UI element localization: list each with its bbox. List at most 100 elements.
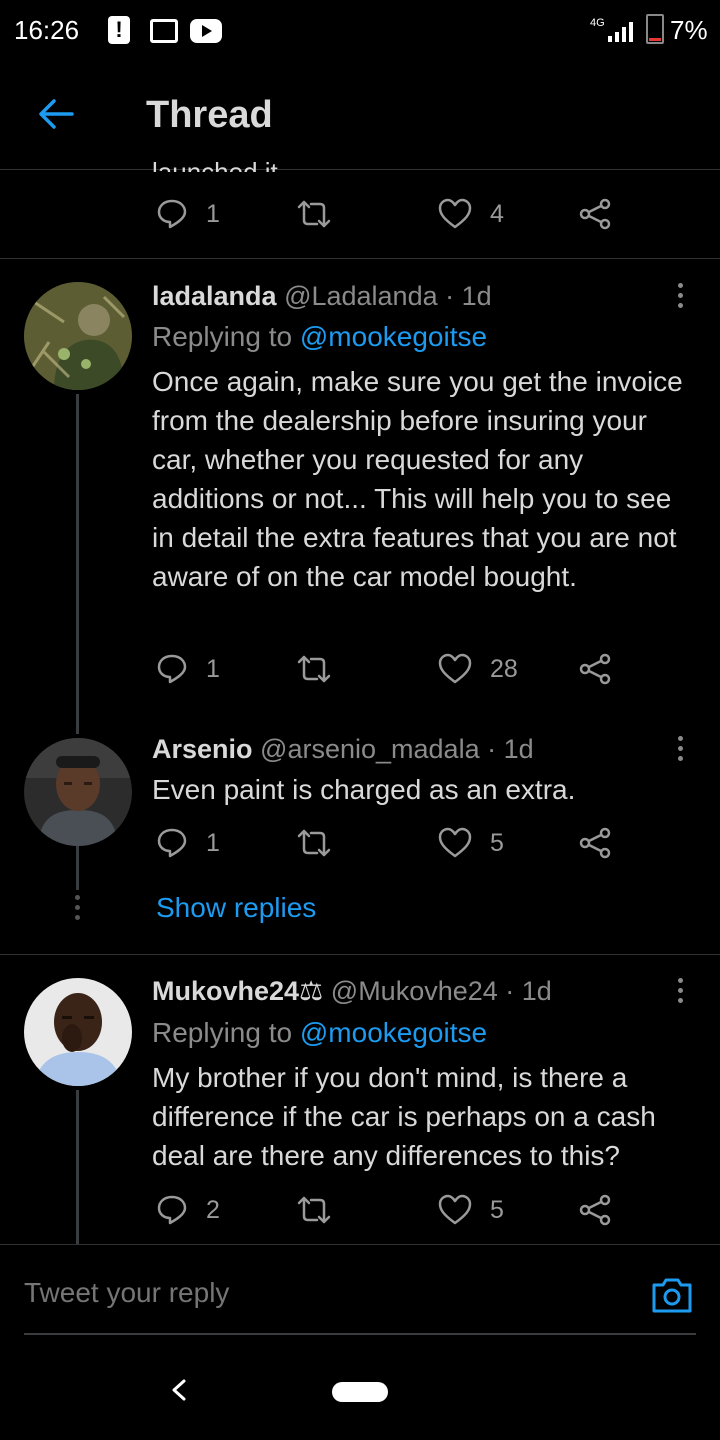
replying-prefix: Replying to: [152, 321, 293, 352]
thread-line: [76, 394, 79, 734]
previous-tweet-actions: 1 4: [156, 198, 616, 238]
retweet-button[interactable]: [296, 1194, 332, 1226]
mention-link[interactable]: @mookegoitse: [300, 1017, 487, 1048]
replying-prefix: Replying to: [152, 1017, 293, 1048]
network-type: 4G: [590, 17, 605, 29]
thread-header: Thread: [0, 62, 720, 170]
like-button[interactable]: 5: [438, 827, 504, 859]
reply-input[interactable]: [24, 1277, 624, 1309]
share-button[interactable]: [578, 653, 612, 685]
avatar-image: [24, 738, 132, 846]
retweet-button[interactable]: [296, 827, 332, 859]
avatar-image: [24, 282, 132, 390]
tweet-author: ladalanda @Ladalanda · 1d: [152, 281, 492, 312]
retweet-icon: [297, 200, 331, 228]
like-count: 5: [490, 828, 504, 857]
more-options-icon[interactable]: [668, 283, 692, 313]
input-underline: [24, 1333, 696, 1335]
share-button[interactable]: [578, 827, 612, 859]
more-options-icon[interactable]: [668, 736, 692, 766]
tweet-text: Once again, make sure you get the invoic…: [152, 366, 683, 592]
reply-icon: [157, 199, 187, 229]
tweet-actions: 1 5: [156, 827, 616, 867]
camera-icon[interactable]: [650, 1275, 694, 1315]
reply-count: 2: [206, 1195, 220, 1224]
reply-composer: [0, 1244, 720, 1335]
more-options-icon[interactable]: [668, 978, 692, 1008]
like-button[interactable]: 4: [438, 198, 504, 230]
author-handle[interactable]: @Ladalanda: [284, 281, 438, 311]
share-icon: [579, 1194, 611, 1226]
retweet-icon: [297, 1196, 331, 1224]
share-button[interactable]: [578, 1194, 612, 1226]
author-handle[interactable]: @arsenio_madala: [260, 734, 480, 764]
reply-count: 1: [206, 199, 220, 228]
like-button[interactable]: 28: [438, 653, 518, 685]
gallery-icon: [150, 19, 178, 43]
retweet-button[interactable]: [296, 198, 332, 230]
like-count: 28: [490, 654, 518, 683]
like-count: 5: [490, 1195, 504, 1224]
share-icon: [579, 827, 611, 859]
reply-button[interactable]: 2: [156, 1194, 220, 1226]
share-button[interactable]: [578, 198, 612, 230]
reply-count: 1: [206, 828, 220, 857]
retweet-button[interactable]: [296, 653, 332, 685]
retweet-icon: [297, 655, 331, 683]
author-name[interactable]: Mukovhe24⚖: [152, 976, 323, 1006]
tweet-author: Arsenio @arsenio_madala · 1d: [152, 734, 534, 765]
divider: [0, 954, 720, 955]
author-name[interactable]: Arsenio: [152, 734, 253, 764]
like-button[interactable]: 5: [438, 1194, 504, 1226]
reply-button[interactable]: 1: [156, 827, 220, 859]
back-arrow-icon[interactable]: [36, 94, 76, 134]
nav-back-icon[interactable]: [168, 1378, 190, 1402]
tweet-actions: 1 28: [156, 653, 616, 693]
avatar[interactable]: [24, 978, 132, 1086]
battery-percent: 7%: [670, 15, 708, 45]
author-name[interactable]: ladalanda: [152, 281, 277, 311]
signal-icon: [608, 22, 633, 42]
tweet-time: · 1d: [445, 281, 492, 311]
tweet-time: · 1d: [505, 976, 552, 1006]
reply-button[interactable]: 1: [156, 653, 220, 685]
like-count: 4: [490, 199, 504, 228]
avatar-image: [24, 978, 132, 1086]
reply-icon: [157, 654, 187, 684]
reply-icon: [157, 828, 187, 858]
reply-button[interactable]: 1: [156, 198, 220, 230]
replying-to: Replying to @mookegoitse: [152, 321, 487, 353]
thread-continuation-dots: [75, 895, 80, 925]
share-icon: [579, 653, 611, 685]
status-time: 16:26: [14, 15, 80, 45]
system-nav-bar: [0, 1340, 720, 1440]
show-replies-link[interactable]: Show replies: [156, 892, 316, 924]
author-handle[interactable]: @Mukovhe24: [331, 976, 498, 1006]
avatar[interactable]: [24, 282, 132, 390]
reply-count: 1: [206, 654, 220, 683]
avatar[interactable]: [24, 738, 132, 846]
tweet-text: My brother if you don't mind, is there a…: [152, 1062, 656, 1171]
divider: [0, 258, 720, 259]
youtube-icon: [190, 19, 222, 43]
battery-icon: [646, 14, 664, 44]
thread-line: [76, 846, 79, 890]
retweet-icon: [297, 829, 331, 857]
heart-icon: [438, 827, 472, 858]
previous-tweet-text: launched it.: [152, 157, 285, 172]
thread-line: [76, 1090, 79, 1244]
tweet-text: Even paint is charged as an extra.: [152, 774, 576, 805]
tweet-author: Mukovhe24⚖ @Mukovhe24 · 1d: [152, 976, 552, 1007]
nav-home-pill[interactable]: [332, 1382, 388, 1402]
page-title: Thread: [146, 94, 273, 136]
mention-link[interactable]: @mookegoitse: [300, 321, 487, 352]
reply-icon: [157, 1195, 187, 1225]
replying-to: Replying to @mookegoitse: [152, 1017, 487, 1049]
status-bar: 16:26 ! 4G 7%: [0, 0, 720, 62]
tweet-actions: 2 5: [156, 1194, 616, 1234]
heart-icon: [438, 653, 472, 684]
heart-icon: [438, 198, 472, 229]
alert-icon: !: [108, 16, 130, 44]
share-icon: [579, 198, 611, 230]
tweet-time: · 1d: [487, 734, 534, 764]
